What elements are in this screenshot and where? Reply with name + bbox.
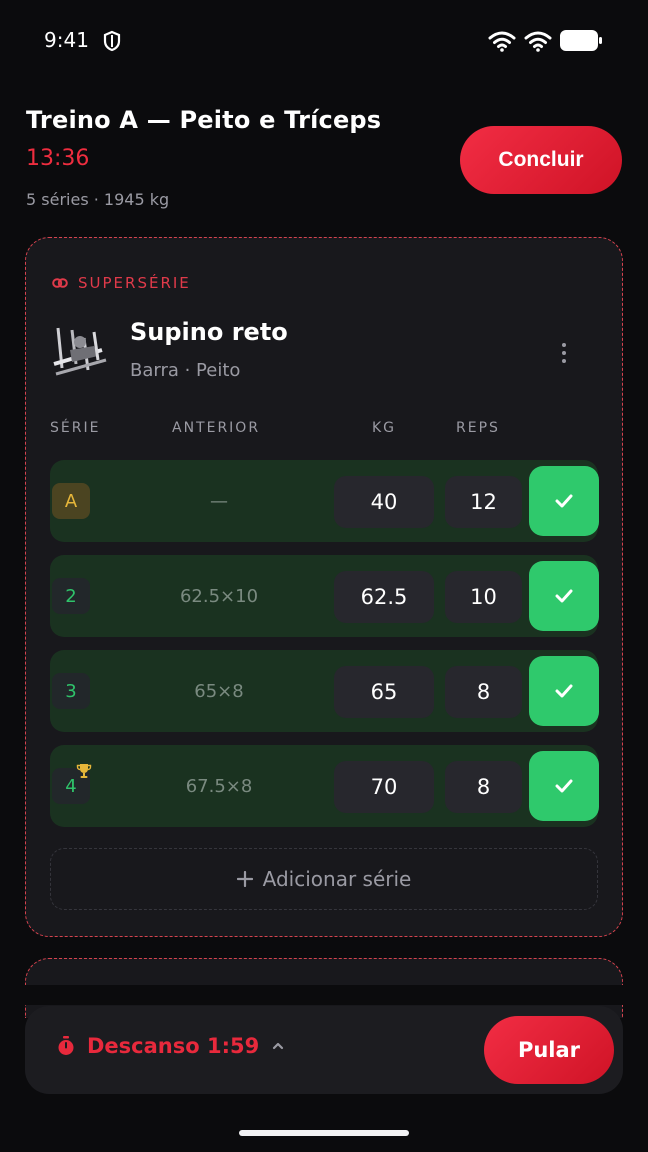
superset-text: SUPERSÉRIE [78,274,191,292]
chevron-up-icon[interactable] [271,1041,285,1051]
previous-value[interactable]: 67.5×8 [150,745,288,827]
kg-input[interactable]: 40 [334,476,434,528]
exercise-subtitle: Barra · Peito [130,360,241,381]
status-time: 9:41 [44,28,89,52]
rest-timer-bar[interactable]: Descanso 1:59 Pular [25,1006,623,1094]
add-set-label: Adicionar série [262,867,412,891]
rest-timer-label[interactable]: Descanso 1:59 [57,1034,285,1058]
complete-set-button[interactable] [529,561,599,631]
plus-icon [236,871,253,887]
shield-icon [103,30,121,52]
col-header-reps: REPS [456,420,500,436]
scroll-fade [0,985,648,1005]
set-type-badge[interactable]: A [52,483,90,519]
complete-set-button[interactable] [529,656,599,726]
battery-icon [560,30,602,51]
home-indicator[interactable] [239,1130,409,1136]
workout-timer: 13:36 [26,146,90,171]
kg-input[interactable]: 70 [334,761,434,813]
set-number-badge[interactable]: 2 [52,578,90,614]
exercise-thumbnail[interactable] [50,320,110,382]
previous-value[interactable]: — [150,460,288,542]
link-icon [52,278,68,288]
signal-icon [524,31,552,52]
set-row: A — 40 12 [50,460,599,542]
reps-input[interactable]: 12 [445,476,522,528]
check-icon [555,494,573,508]
col-header-kg: KG [372,420,397,436]
kg-input[interactable]: 65 [334,666,434,718]
wifi-icon [488,31,516,52]
check-icon [555,589,573,603]
complete-set-button[interactable] [529,466,599,536]
set-number-badge[interactable]: 3 [52,673,90,709]
reps-input[interactable]: 8 [445,666,522,718]
check-icon [555,684,573,698]
workout-summary: 5 séries · 1945 kg [26,190,170,209]
set-row: 3 65×8 65 8 [50,650,599,732]
add-set-button[interactable]: Adicionar série [50,848,598,910]
complete-set-button[interactable] [529,751,599,821]
kg-input[interactable]: 62.5 [334,571,434,623]
col-header-previous: ANTERIOR [172,420,261,436]
more-options-icon[interactable] [550,338,578,368]
col-header-set: SÉRIE [50,420,101,436]
rest-timer-text: Descanso 1:59 [87,1034,260,1058]
finish-workout-button[interactable]: Concluir [460,126,622,194]
skip-rest-button[interactable]: Pular [484,1016,614,1084]
trophy-icon [76,764,92,778]
check-icon [555,779,573,793]
reps-input[interactable]: 8 [445,761,522,813]
set-row: 2 62.5×10 62.5 10 [50,555,599,637]
previous-value[interactable]: 62.5×10 [150,555,288,637]
reps-input[interactable]: 10 [445,571,522,623]
exercise-name[interactable]: Supino reto [130,318,288,346]
set-row: 4 67.5×8 70 8 [50,745,599,827]
stopwatch-icon [58,1036,74,1055]
superset-label: SUPERSÉRIE [52,274,191,292]
exercise-card: SUPERSÉRIE Supino reto Barra · Peito SÉR… [25,237,623,937]
workout-title: Treino A — Peito e Tríceps [26,106,382,134]
status-bar: 9:41 [0,0,648,80]
previous-value[interactable]: 65×8 [150,650,288,732]
